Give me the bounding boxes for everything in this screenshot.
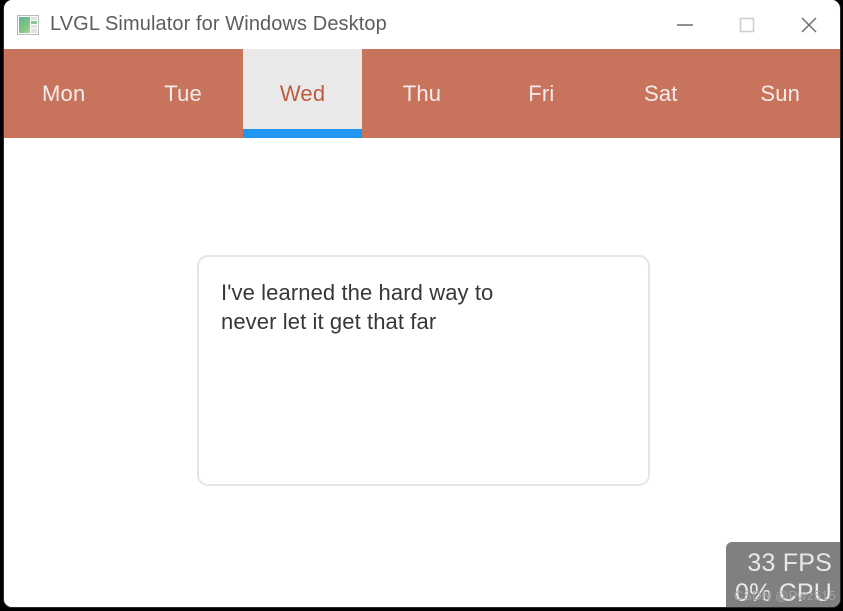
app-icon-list-row <box>31 29 37 33</box>
close-icon <box>798 14 820 36</box>
tab-mon[interactable]: Mon <box>4 49 123 138</box>
app-window: LVGL Simulator for Windows Desktop Mon T… <box>3 0 841 608</box>
maximize-button[interactable] <box>716 0 778 49</box>
title-bar-left: LVGL Simulator for Windows Desktop <box>4 13 654 36</box>
app-icon-list-row <box>31 16 37 20</box>
title-bar[interactable]: LVGL Simulator for Windows Desktop <box>4 0 840 49</box>
window-title: LVGL Simulator for Windows Desktop <box>50 13 387 35</box>
app-icon-list-row <box>31 20 37 24</box>
app-window-icon <box>17 14 39 35</box>
active-tab-indicator <box>242 129 363 138</box>
app-icon-list-row <box>31 25 37 29</box>
tab-label: Thu <box>402 80 442 106</box>
minimize-icon <box>674 18 696 32</box>
desktop-backdrop: LVGL Simulator for Windows Desktop Mon T… <box>0 0 843 611</box>
app-icon-list <box>31 16 37 33</box>
performance-overlay: 33 FPS 0% CPU CSDN @Pwz515 <box>726 542 840 607</box>
close-button[interactable] <box>778 0 840 49</box>
text-area[interactable]: I've learned the hard way to never let i… <box>197 255 650 486</box>
tab-label: Fri <box>528 80 555 106</box>
tab-sat[interactable]: Sat <box>601 49 720 138</box>
tab-content-panel: I've learned the hard way to never let i… <box>4 138 840 607</box>
tab-label: Mon <box>42 80 86 106</box>
tab-thu[interactable]: Thu <box>362 49 481 138</box>
minimize-button[interactable] <box>654 0 716 49</box>
day-tab-bar: Mon Tue Wed Thu Fri Sat Sun <box>4 49 840 138</box>
maximize-icon <box>738 16 756 34</box>
fps-readout: 33 FPS <box>747 549 832 577</box>
watermark-text: CSDN @Pwz515 <box>733 588 836 603</box>
app-icon-panel <box>19 16 30 33</box>
tab-sun[interactable]: Sun <box>721 49 840 138</box>
tab-tue[interactable]: Tue <box>123 49 242 138</box>
window-controls <box>654 0 840 49</box>
text-area-value: I've learned the hard way to never let i… <box>221 280 494 334</box>
tab-label: Wed <box>279 80 326 106</box>
tab-fri[interactable]: Fri <box>482 49 601 138</box>
tab-wed[interactable]: Wed <box>242 49 363 138</box>
tab-label: Tue <box>164 80 202 106</box>
tab-label: Sun <box>760 80 801 106</box>
tab-label: Sat <box>644 80 678 106</box>
